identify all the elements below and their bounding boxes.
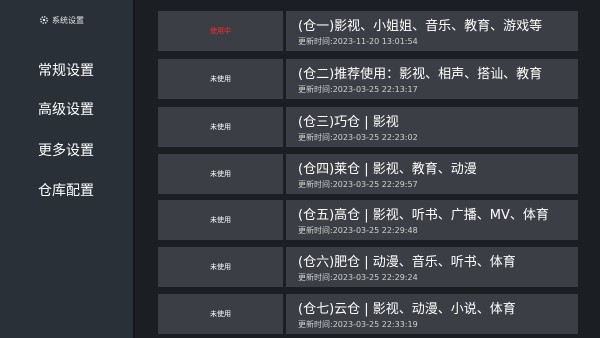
sidebar-item-more-settings[interactable]: 更多设置 (38, 140, 94, 160)
sidebar-divider (133, 0, 135, 338)
repo-update-time: 更新时间:2023-11-20 13:01:54 (298, 37, 418, 46)
repo-row-3[interactable]: 未使用 (仓三)巧仓 | 影视 更新时间:2023-03-25 22:23:02 (158, 107, 578, 147)
repo-title: (仓三)巧仓 | 影视 (298, 115, 399, 130)
sidebar: 系统设置 常规设置 高级设置 更多设置 仓库配置 (0, 0, 133, 338)
repo-title: (仓一)影视、小姐姐、音乐、教育、游戏等 (298, 19, 543, 34)
repo-title: (仓二)推荐使用：影视、相声、搭讪、教育 (298, 67, 543, 82)
repo-info: (仓五)高仓 | 影视、听书、广播、MV、体育 更新时间:2023-03-25 … (286, 200, 578, 240)
repo-update-time: 更新时间:2023-03-25 22:13:17 (298, 85, 418, 94)
repo-row-2[interactable]: 未使用 (仓二)推荐使用：影视、相声、搭讪、教育 更新时间:2023-03-25… (158, 59, 578, 99)
repo-status-badge: 未使用 (158, 200, 283, 240)
repo-row-6[interactable]: 未使用 (仓六)肥仓 | 动漫、音乐、听书、体育 更新时间:2023-03-25… (158, 247, 578, 287)
repo-row-4[interactable]: 未使用 (仓四)莱仓 | 影视、教育、动漫 更新时间:2023-03-25 22… (158, 154, 578, 194)
repo-update-time: 更新时间:2023-03-25 22:29:48 (298, 226, 418, 235)
gear-icon (40, 16, 48, 24)
repo-info: (仓三)巧仓 | 影视 更新时间:2023-03-25 22:23:02 (286, 107, 578, 147)
sidebar-item-repo-config[interactable]: 仓库配置 (38, 180, 94, 200)
sidebar-item-general-settings[interactable]: 常规设置 (38, 60, 94, 80)
repo-info: (仓一)影视、小姐姐、音乐、教育、游戏等 更新时间:2023-11-20 13:… (286, 11, 578, 51)
repo-title: (仓五)高仓 | 影视、听书、广播、MV、体育 (298, 208, 549, 223)
repo-update-time: 更新时间:2023-03-25 22:29:24 (298, 273, 418, 282)
repo-status-badge: 未使用 (158, 247, 283, 287)
repo-info: (仓七)云仓 | 影视、动漫、小说、体育 更新时间:2023-03-25 22:… (286, 294, 578, 334)
repo-status-badge: 未使用 (158, 294, 283, 334)
repo-status-badge: 未使用 (158, 59, 283, 99)
repo-status-badge: 未使用 (158, 154, 283, 194)
repo-update-time: 更新时间:2023-03-25 22:29:57 (298, 180, 418, 189)
repo-info: (仓二)推荐使用：影视、相声、搭讪、教育 更新时间:2023-03-25 22:… (286, 59, 578, 99)
repo-info: (仓六)肥仓 | 动漫、音乐、听书、体育 更新时间:2023-03-25 22:… (286, 247, 578, 287)
repo-row-7[interactable]: 未使用 (仓七)云仓 | 影视、动漫、小说、体育 更新时间:2023-03-25… (158, 294, 578, 334)
repo-info: (仓四)莱仓 | 影视、教育、动漫 更新时间:2023-03-25 22:29:… (286, 154, 578, 194)
repo-update-time: 更新时间:2023-03-25 22:23:02 (298, 133, 418, 142)
sidebar-item-advanced-settings[interactable]: 高级设置 (38, 99, 94, 119)
repo-title: (仓四)莱仓 | 影视、教育、动漫 (298, 162, 477, 177)
sidebar-header-label: 系统设置 (52, 15, 84, 25)
repo-row-5[interactable]: 未使用 (仓五)高仓 | 影视、听书、广播、MV、体育 更新时间:2023-03… (158, 200, 578, 240)
repo-status-badge: 未使用 (158, 107, 283, 147)
sidebar-header: 系统设置 (40, 13, 84, 27)
repo-title: (仓七)云仓 | 影视、动漫、小说、体育 (298, 302, 516, 317)
repo-title: (仓六)肥仓 | 动漫、音乐、听书、体育 (298, 255, 516, 270)
repo-status-badge: 使用中 (158, 11, 283, 51)
app-window: 系统设置 常规设置 高级设置 更多设置 仓库配置 使用中 (仓一)影视、小姐姐、… (0, 0, 600, 338)
repo-row-1[interactable]: 使用中 (仓一)影视、小姐姐、音乐、教育、游戏等 更新时间:2023-11-20… (158, 11, 578, 51)
repo-update-time: 更新时间:2023-03-25 22:33:19 (298, 320, 418, 329)
